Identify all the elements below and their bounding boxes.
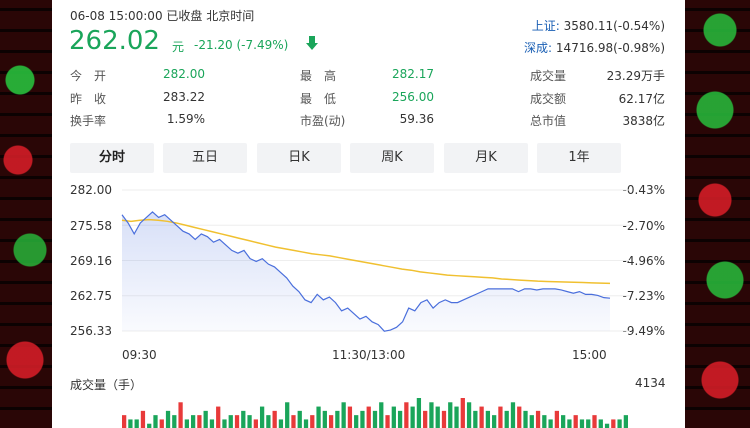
volume-bar	[517, 406, 522, 428]
volume-bar	[216, 406, 221, 428]
volume-bar	[542, 415, 547, 428]
volume-bar	[535, 410, 541, 428]
volume-bar	[147, 423, 152, 428]
volume-bar	[372, 410, 378, 428]
volume-bar	[272, 410, 277, 428]
volume-bar	[441, 410, 447, 428]
volume-bar	[498, 406, 503, 428]
volume-bar	[354, 415, 359, 428]
volume-bar	[140, 410, 146, 428]
volume-bar	[429, 402, 434, 428]
volume-bar	[203, 410, 208, 428]
volume-bar	[473, 410, 478, 428]
volume-bar	[159, 419, 164, 428]
volume-bar	[266, 415, 271, 428]
volume-bar	[197, 415, 202, 428]
volume-bar	[586, 419, 591, 428]
volume-bar	[322, 410, 327, 428]
volume-max-label: 4134	[635, 376, 666, 390]
volume-bar	[328, 415, 334, 428]
volume-bar	[259, 406, 265, 428]
volume-bar	[297, 410, 302, 428]
volume-bar	[209, 419, 215, 428]
volume-bar	[310, 415, 315, 428]
volume-bar	[128, 419, 133, 428]
volume-bar	[448, 402, 453, 428]
volume-bar	[567, 419, 572, 428]
volume-bar	[178, 402, 183, 428]
volume-bar	[335, 410, 340, 428]
volume-bar	[397, 410, 403, 428]
volume-bar	[479, 406, 484, 428]
volume-bar	[303, 419, 309, 428]
volume-bar	[285, 402, 290, 428]
volume-bar	[598, 419, 603, 428]
volume-bar	[165, 410, 171, 428]
volume-bar	[561, 415, 566, 428]
volume-bar	[592, 415, 597, 428]
volume-bar	[410, 406, 415, 428]
volume-bar	[435, 406, 440, 428]
background-left	[0, 0, 52, 428]
intraday-chart	[121, 189, 630, 428]
volume-bar	[366, 406, 371, 428]
volume-bar	[466, 402, 472, 428]
volume-bar	[253, 419, 258, 428]
volume-bar	[404, 402, 409, 428]
volume-bar	[222, 419, 227, 428]
volume-bar	[316, 406, 321, 428]
volume-bar	[341, 402, 346, 428]
volume-bar	[492, 415, 497, 428]
volume-bar	[122, 415, 127, 428]
volume-bar	[184, 419, 189, 428]
volume-bar	[485, 410, 491, 428]
volume-bar	[416, 398, 422, 428]
volume-bar	[241, 410, 246, 428]
volume-bar	[617, 419, 622, 428]
volume-bar	[379, 402, 384, 428]
volume-bar	[247, 415, 252, 428]
volume-bar	[391, 406, 396, 428]
volume-bar	[153, 415, 158, 428]
volume-bar	[423, 410, 428, 428]
volume-title: 成交量（手）	[70, 378, 143, 392]
volume-bar	[134, 419, 139, 428]
volume-bar	[460, 398, 465, 428]
volume-bar	[504, 410, 509, 428]
volume-bar	[548, 419, 553, 428]
background-right	[685, 0, 750, 428]
volume-bar	[623, 415, 628, 428]
stock-quote-panel: 06-08 15:00:00 已收盘 北京时间 262.02 元 -21.20 …	[52, 0, 685, 428]
volume-bar	[228, 415, 233, 428]
volume-bar	[611, 419, 616, 428]
volume-bar	[278, 419, 284, 428]
volume-bar	[554, 410, 560, 428]
volume-bar	[172, 415, 177, 428]
volume-bar	[529, 415, 534, 428]
volume-bar	[454, 406, 459, 428]
volume-bar	[385, 415, 390, 428]
volume-bar	[291, 415, 296, 428]
volume-bar	[190, 415, 196, 428]
volume-bar	[579, 419, 585, 428]
volume-bar	[360, 410, 365, 428]
volume-bar	[510, 402, 516, 428]
volume-bar	[523, 410, 528, 428]
price-area-fill	[122, 211, 610, 332]
volume-bar	[234, 415, 240, 428]
volume-bar	[604, 423, 610, 428]
volume-bar	[347, 406, 353, 428]
volume-bar	[573, 415, 578, 428]
